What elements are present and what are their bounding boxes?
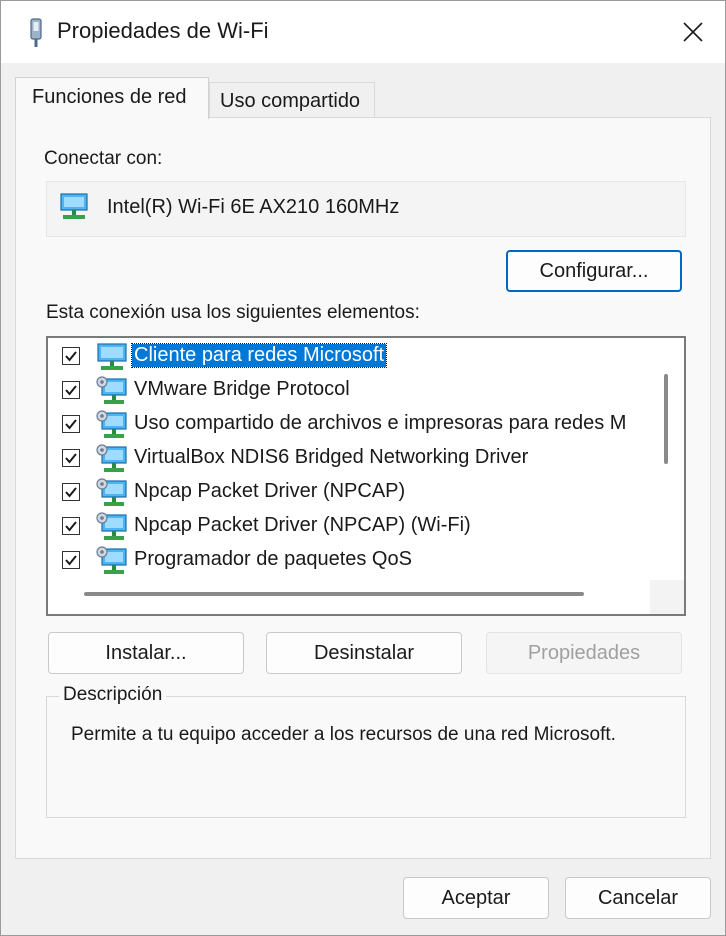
list-item[interactable]: Npcap Packet Driver (NPCAP) <box>48 476 648 510</box>
item-checkbox[interactable] <box>62 551 80 569</box>
network-protocol-icon <box>96 376 127 404</box>
item-checkbox[interactable] <box>62 517 80 535</box>
connect-with-label: Conectar con: <box>44 148 163 169</box>
list-item[interactable]: VirtualBox NDIS6 Bridged Networking Driv… <box>48 442 648 476</box>
network-service-icon <box>96 512 127 540</box>
close-icon <box>683 22 703 42</box>
item-label: VMware Bridge Protocol <box>134 378 350 400</box>
tab-funciones-de-red[interactable]: Funciones de red <box>15 77 209 119</box>
horizontal-scrollbar[interactable] <box>84 592 584 596</box>
description-legend: Descripción <box>59 684 167 706</box>
list-item[interactable]: Cliente para redes Microsoft <box>48 340 648 374</box>
item-checkbox[interactable] <box>62 415 80 433</box>
adapter-display: Intel(R) Wi-Fi 6E AX210 160MHz <box>46 181 686 237</box>
item-checkbox[interactable] <box>62 483 80 501</box>
checkmark-icon <box>65 521 77 532</box>
network-adapter-icon <box>60 193 88 219</box>
checkmark-icon <box>65 351 77 362</box>
list-item[interactable]: Uso compartido de archivos e impresoras … <box>48 408 648 442</box>
item-label: VirtualBox NDIS6 Bridged Networking Driv… <box>134 446 529 468</box>
network-client-icon <box>97 343 127 370</box>
checkmark-icon <box>65 487 77 498</box>
list-item[interactable]: Npcap Packet Driver (NPCAP) (Wi-Fi) <box>48 510 648 544</box>
window-title: Propiedades de Wi-Fi <box>57 18 269 43</box>
description-text: Permite a tu equipo acceder a los recurs… <box>71 724 616 745</box>
adapter-name: Intel(R) Wi-Fi 6E AX210 160MHz <box>107 196 400 218</box>
install-button[interactable]: Instalar... <box>48 632 244 674</box>
tab-uso-compartido[interactable]: Uso compartido <box>209 82 375 118</box>
checkmark-icon <box>65 555 77 566</box>
uninstall-button[interactable]: Desinstalar <box>266 632 462 674</box>
components-list[interactable]: Cliente para redes Microsoft VMware Bridg… <box>46 336 686 616</box>
configure-button[interactable]: Configurar... <box>506 250 682 292</box>
checkmark-icon <box>65 419 77 430</box>
vertical-scrollbar[interactable] <box>664 374 668 464</box>
list-item[interactable]: Programador de paquetes QoS <box>48 544 648 578</box>
tab-panel: Conectar con: Intel(R) Wi-Fi 6E AX210 16… <box>15 117 711 859</box>
tab-strip: Funciones de red Uso compartido <box>1 63 725 119</box>
network-service-icon <box>96 546 127 574</box>
components-label: Esta conexión usa los siguientes element… <box>46 302 420 323</box>
item-checkbox[interactable] <box>62 449 80 467</box>
item-label: Uso compartido de archivos e impresoras … <box>134 412 627 434</box>
item-label: Programador de paquetes QoS <box>134 548 412 570</box>
scrollbar-corner <box>650 580 684 614</box>
network-service-icon <box>96 478 127 506</box>
description-group: Descripción Permite a tu equipo acceder … <box>46 684 686 818</box>
network-adapter-icon <box>30 18 42 47</box>
item-checkbox[interactable] <box>62 347 80 365</box>
wifi-properties-dialog: Propiedades de Wi-Fi Funciones de red Us… <box>0 0 726 936</box>
close-button[interactable] <box>661 1 725 63</box>
network-service-icon <box>96 444 127 472</box>
item-label: Npcap Packet Driver (NPCAP) <box>134 480 406 502</box>
properties-button[interactable]: Propiedades <box>486 632 682 674</box>
cancel-button[interactable]: Cancelar <box>565 877 711 919</box>
title-bar[interactable]: Propiedades de Wi-Fi <box>1 1 725 63</box>
ok-button[interactable]: Aceptar <box>403 877 549 919</box>
checkmark-icon <box>65 453 77 464</box>
checkmark-icon <box>65 385 77 396</box>
item-label: Cliente para redes Microsoft <box>130 343 388 368</box>
item-checkbox[interactable] <box>62 381 80 399</box>
list-item[interactable]: VMware Bridge Protocol <box>48 374 648 408</box>
item-label: Npcap Packet Driver (NPCAP) (Wi-Fi) <box>134 514 471 536</box>
network-service-icon <box>96 410 127 438</box>
